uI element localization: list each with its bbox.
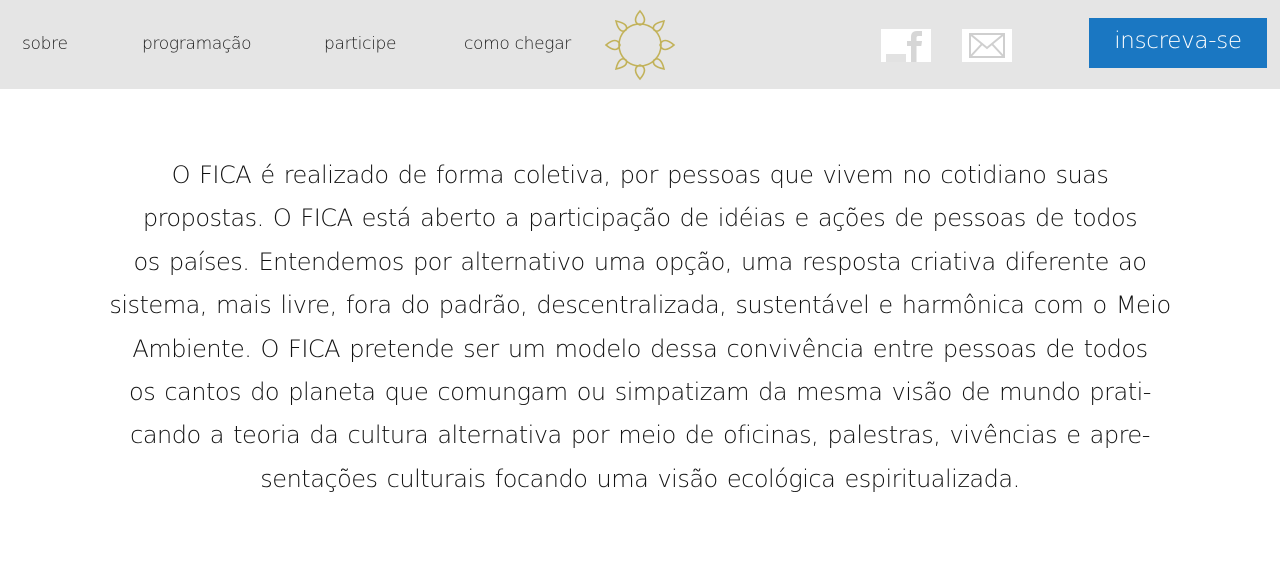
facebook-icon	[881, 29, 931, 62]
nav-item-sobre[interactable]: sobre	[22, 34, 68, 54]
nav-item-como-chegar[interactable]: como chegar	[464, 34, 571, 54]
about-paragraph: O FICA é realizado de forma coletiva, po…	[108, 154, 1172, 501]
paragraph-line: os países. Entendemos por alternativo um…	[133, 247, 1147, 276]
nav-item-participe[interactable]: participe	[324, 34, 397, 54]
envelope-icon	[962, 29, 1012, 62]
nav-item-programacao[interactable]: programação	[142, 34, 252, 54]
paragraph-line: sentações culturais focando uma visão ec…	[260, 464, 1020, 493]
paragraph-line: O FICA é realizado de forma coletiva, po…	[171, 161, 1109, 189]
facebook-link[interactable]	[881, 29, 931, 62]
paragraph-line: propostas. O FICA está aberto a particip…	[142, 204, 1138, 233]
top-navigation-bar: sobre programação participe como chegar	[0, 0, 1280, 89]
lotus-mandala-icon[interactable]	[604, 9, 676, 81]
paragraph-line: Ambiente. O FICA pretende ser um modelo …	[132, 334, 1148, 363]
paragraph-line: os cantos do planeta que comungam ou sim…	[129, 378, 1151, 407]
paragraph-line: sistema, mais livre, fora do padrão, des…	[109, 291, 1171, 320]
email-link[interactable]	[962, 29, 1012, 62]
inscreva-se-button[interactable]: inscreva-se	[1089, 18, 1267, 68]
paragraph-line: cando a teoria da cultura alternativa po…	[130, 421, 1150, 450]
